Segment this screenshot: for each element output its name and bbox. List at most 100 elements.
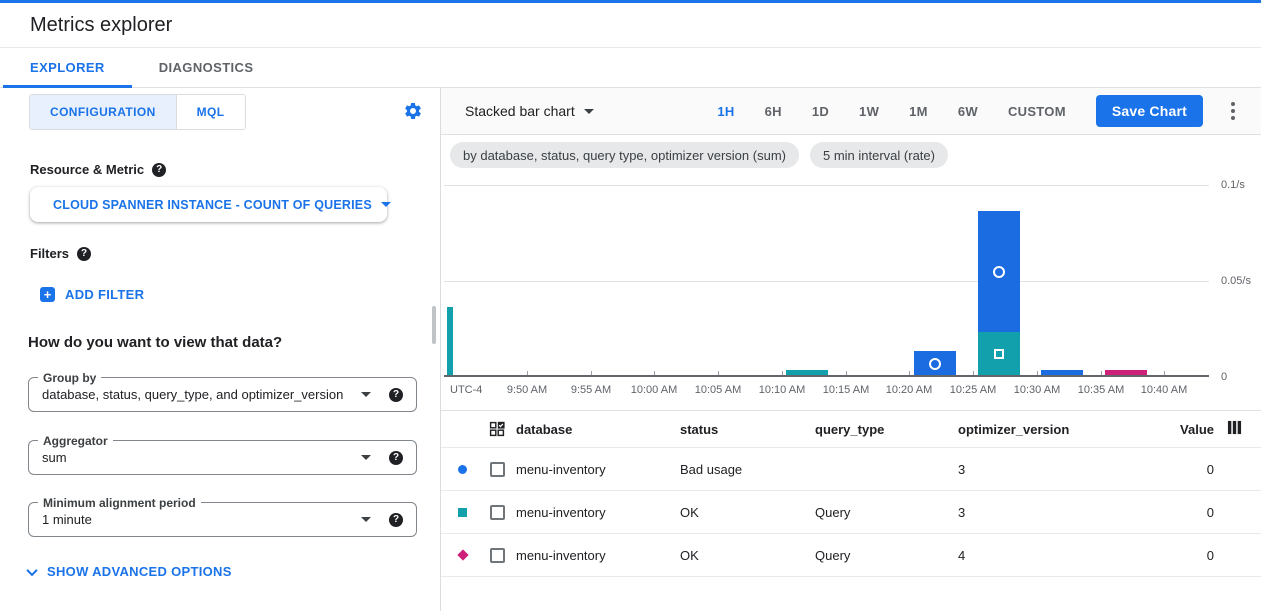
x-axis-tick-label: 10:40 AM: [1141, 384, 1187, 396]
cell-database: menu-inventory: [510, 505, 674, 520]
col-header-database[interactable]: database: [510, 422, 674, 437]
group-by-label: Group by: [38, 371, 101, 385]
add-icon: +: [40, 287, 55, 302]
caret-down-icon: [361, 392, 371, 397]
resource-metric-label: Resource & Metric: [30, 162, 144, 177]
chart-type-select[interactable]: Stacked bar chart: [465, 103, 594, 119]
range-buttons: 1H 6H 1D 1W 1M 6W CUSTOM: [687, 104, 1065, 119]
y-axis-tick-label: 0.05/s: [1221, 275, 1251, 287]
caret-down-icon: [381, 202, 391, 207]
cell-value: 0: [1139, 462, 1214, 477]
cell-status: OK: [674, 548, 809, 563]
series-checkbox[interactable]: [490, 462, 505, 477]
cell-status: Bad usage: [674, 462, 809, 477]
y-axis-labels: 0.1/s0.05/s0: [1221, 185, 1259, 377]
range-button-custom[interactable]: CUSTOM: [1008, 104, 1066, 119]
help-icon[interactable]: ?: [389, 388, 403, 402]
series-checkbox[interactable]: [490, 548, 505, 563]
range-button-6h[interactable]: 6H: [765, 104, 782, 119]
help-icon[interactable]: ?: [77, 247, 91, 261]
x-axis-tick-label: 10:20 AM: [886, 384, 932, 396]
chevron-down-icon: [26, 564, 37, 575]
range-button-6w[interactable]: 6W: [958, 104, 978, 119]
select-series-icon[interactable]: [489, 421, 505, 437]
x-axis-tick-label: 10:15 AM: [823, 384, 869, 396]
caret-down-icon: [361, 455, 371, 460]
legend-table-row[interactable]: menu-inventoryBad usage30: [441, 448, 1261, 491]
panel-scrollbar-thumb[interactable]: [432, 306, 436, 344]
metric-selector-button[interactable]: CLOUD SPANNER INSTANCE - COUNT OF QUERIE…: [30, 187, 387, 222]
app-header: Metrics explorer: [0, 3, 1261, 48]
view-data-question: How do you want to view that data?: [28, 334, 282, 351]
kebab-menu-icon[interactable]: [1229, 98, 1237, 124]
bar-segment: [978, 211, 1020, 332]
filters-section: Filters ?: [30, 246, 91, 261]
checkbox-cell: [484, 548, 510, 563]
cell-query-type: Query: [809, 505, 952, 520]
tab-diagnostics[interactable]: DIAGNOSTICS: [132, 48, 281, 87]
help-icon[interactable]: ?: [152, 163, 166, 177]
chips-row: by database, status, query type, optimiz…: [441, 135, 1261, 175]
columns-icon[interactable]: [1227, 420, 1242, 435]
cell-value: 0: [1139, 505, 1214, 520]
mode-toggle: CONFIGURATION MQL: [29, 94, 246, 130]
legend-table-row[interactable]: menu-inventoryOKQuery30: [441, 491, 1261, 534]
series-marker-square: [458, 508, 467, 517]
chart-panel: Stacked bar chart 1H 6H 1D 1W 1M 6W CUSTOM Sav…: [441, 88, 1261, 611]
col-header-status[interactable]: status: [674, 422, 809, 437]
x-axis-tick-label: 10:00 AM: [631, 384, 677, 396]
series-marker-cell: [441, 551, 484, 559]
help-icon[interactable]: ?: [389, 513, 403, 527]
x-axis-tick-label: 10:25 AM: [950, 384, 996, 396]
mode-configuration-button[interactable]: CONFIGURATION: [30, 95, 176, 129]
filters-label: Filters: [30, 246, 69, 261]
cell-optimizer-version: 3: [952, 462, 1139, 477]
save-chart-button[interactable]: Save Chart: [1096, 95, 1203, 127]
legend-table-row[interactable]: menu-inventoryOKQuery40: [441, 534, 1261, 577]
legend-table-header: database status query_type optimizer_ver…: [441, 410, 1261, 448]
aggregator-select[interactable]: Aggregator sum ?: [28, 440, 417, 475]
cell-optimizer-version: 3: [952, 505, 1139, 520]
mode-mql-button[interactable]: MQL: [176, 95, 245, 129]
gear-icon[interactable]: [403, 101, 423, 121]
group-by-select[interactable]: Group by database, status, query_type, a…: [28, 377, 417, 412]
series-marker-diamond: [457, 549, 468, 560]
page-title: Metrics explorer: [30, 14, 172, 37]
timezone-label: UTC-4: [450, 384, 482, 396]
col-header-optimizer-version[interactable]: optimizer_version: [952, 422, 1139, 437]
show-advanced-options-label: SHOW ADVANCED OPTIONS: [47, 564, 232, 579]
min-alignment-period-select[interactable]: Minimum alignment period 1 minute ?: [28, 502, 417, 537]
chart-type-label: Stacked bar chart: [465, 103, 575, 119]
legend-table-body: menu-inventoryBad usage30menu-inventoryO…: [441, 448, 1261, 577]
col-header-value[interactable]: Value: [1139, 422, 1214, 437]
range-button-1w[interactable]: 1W: [859, 104, 879, 119]
bar-segment: [978, 332, 1020, 376]
x-axis-tick-label: 10:30 AM: [1014, 384, 1060, 396]
bar-marker-circle: [929, 358, 941, 370]
group-by-value: database, status, query_type, and optimi…: [42, 387, 351, 402]
range-button-1d[interactable]: 1D: [812, 104, 829, 119]
bar-segment: [447, 307, 453, 376]
series-marker-cell: [441, 465, 484, 474]
range-button-1m[interactable]: 1M: [909, 104, 928, 119]
configuration-panel: CONFIGURATION MQL Resource & Metric ? CL…: [0, 88, 441, 611]
show-advanced-options-button[interactable]: SHOW ADVANCED OPTIONS: [28, 564, 232, 579]
x-axis-tick-label: 10:10 AM: [759, 384, 805, 396]
chart-config-chip[interactable]: by database, status, query type, optimiz…: [450, 142, 799, 168]
chart-config-chip[interactable]: 5 min interval (rate): [810, 142, 948, 168]
legend-table: database status query_type optimizer_ver…: [441, 410, 1261, 577]
series-checkbox[interactable]: [490, 505, 505, 520]
cell-optimizer-version: 4: [952, 548, 1139, 563]
tab-explorer[interactable]: EXPLORER: [3, 48, 132, 87]
range-button-1h[interactable]: 1H: [717, 104, 734, 119]
min-alignment-period-value: 1 minute: [42, 512, 351, 527]
help-icon[interactable]: ?: [389, 451, 403, 465]
min-alignment-period-label: Minimum alignment period: [38, 496, 201, 510]
cell-query-type: Query: [809, 548, 952, 563]
bar-marker-square: [994, 349, 1004, 359]
col-header-query-type[interactable]: query_type: [809, 422, 952, 437]
chart-plot: [444, 185, 1209, 377]
add-filter-button[interactable]: + ADD FILTER: [40, 287, 144, 302]
cell-database: menu-inventory: [510, 548, 674, 563]
gridline: [444, 375, 1209, 377]
